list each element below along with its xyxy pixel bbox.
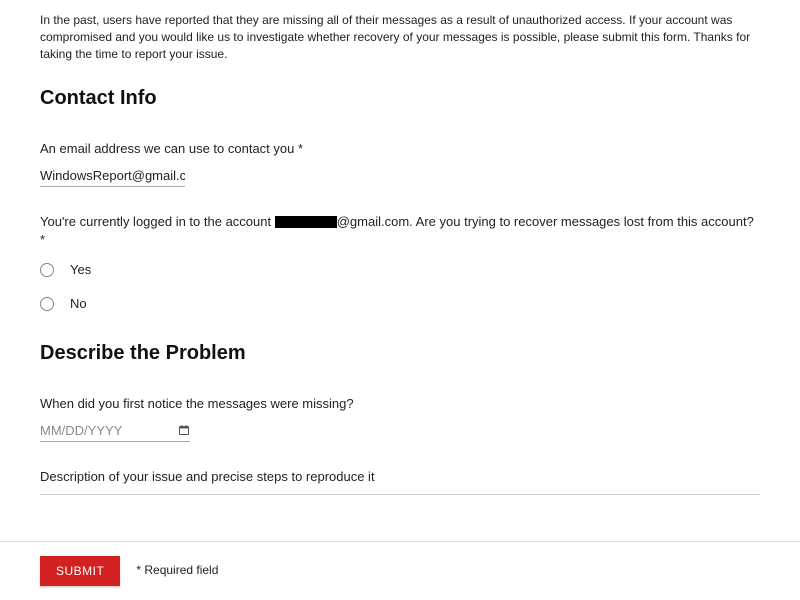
problem-heading: Describe the Problem xyxy=(40,339,760,367)
calendar-icon xyxy=(178,424,190,436)
date-field-group: When did you first notice the messages w… xyxy=(40,395,760,441)
description-label: Description of your issue and precise st… xyxy=(40,468,760,486)
radio-circle-icon xyxy=(40,263,54,277)
description-field-group: Description of your issue and precise st… xyxy=(40,468,760,495)
date-label: When did you first notice the messages w… xyxy=(40,395,760,413)
radio-circle-icon xyxy=(40,297,54,311)
submit-button[interactable]: SUBMIT xyxy=(40,556,120,586)
radio-yes-label: Yes xyxy=(70,261,91,279)
required-note: * Required field xyxy=(136,562,218,579)
date-input-wrap[interactable] xyxy=(40,420,190,442)
description-input[interactable] xyxy=(40,494,760,495)
radio-no[interactable]: No xyxy=(40,295,760,313)
logged-in-domain: @gmail.com xyxy=(337,214,409,229)
contact-heading: Contact Info xyxy=(40,84,760,112)
logged-in-prefix: You're currently logged in to the accoun… xyxy=(40,214,275,229)
account-confirm-group: You're currently logged in to the accoun… xyxy=(40,213,760,314)
redacted-username xyxy=(275,216,337,228)
radio-yes[interactable]: Yes xyxy=(40,261,760,279)
email-field-group: An email address we can use to contact y… xyxy=(40,140,760,186)
bottom-bar: SUBMIT * Required field xyxy=(0,541,800,600)
intro-text: In the past, users have reported that th… xyxy=(40,12,760,62)
logged-in-question: You're currently logged in to the accoun… xyxy=(40,213,760,249)
radio-no-label: No xyxy=(70,295,87,313)
email-label: An email address we can use to contact y… xyxy=(40,140,760,158)
radio-group: Yes No xyxy=(40,261,760,313)
date-input[interactable] xyxy=(40,420,160,441)
email-input[interactable] xyxy=(40,165,185,187)
